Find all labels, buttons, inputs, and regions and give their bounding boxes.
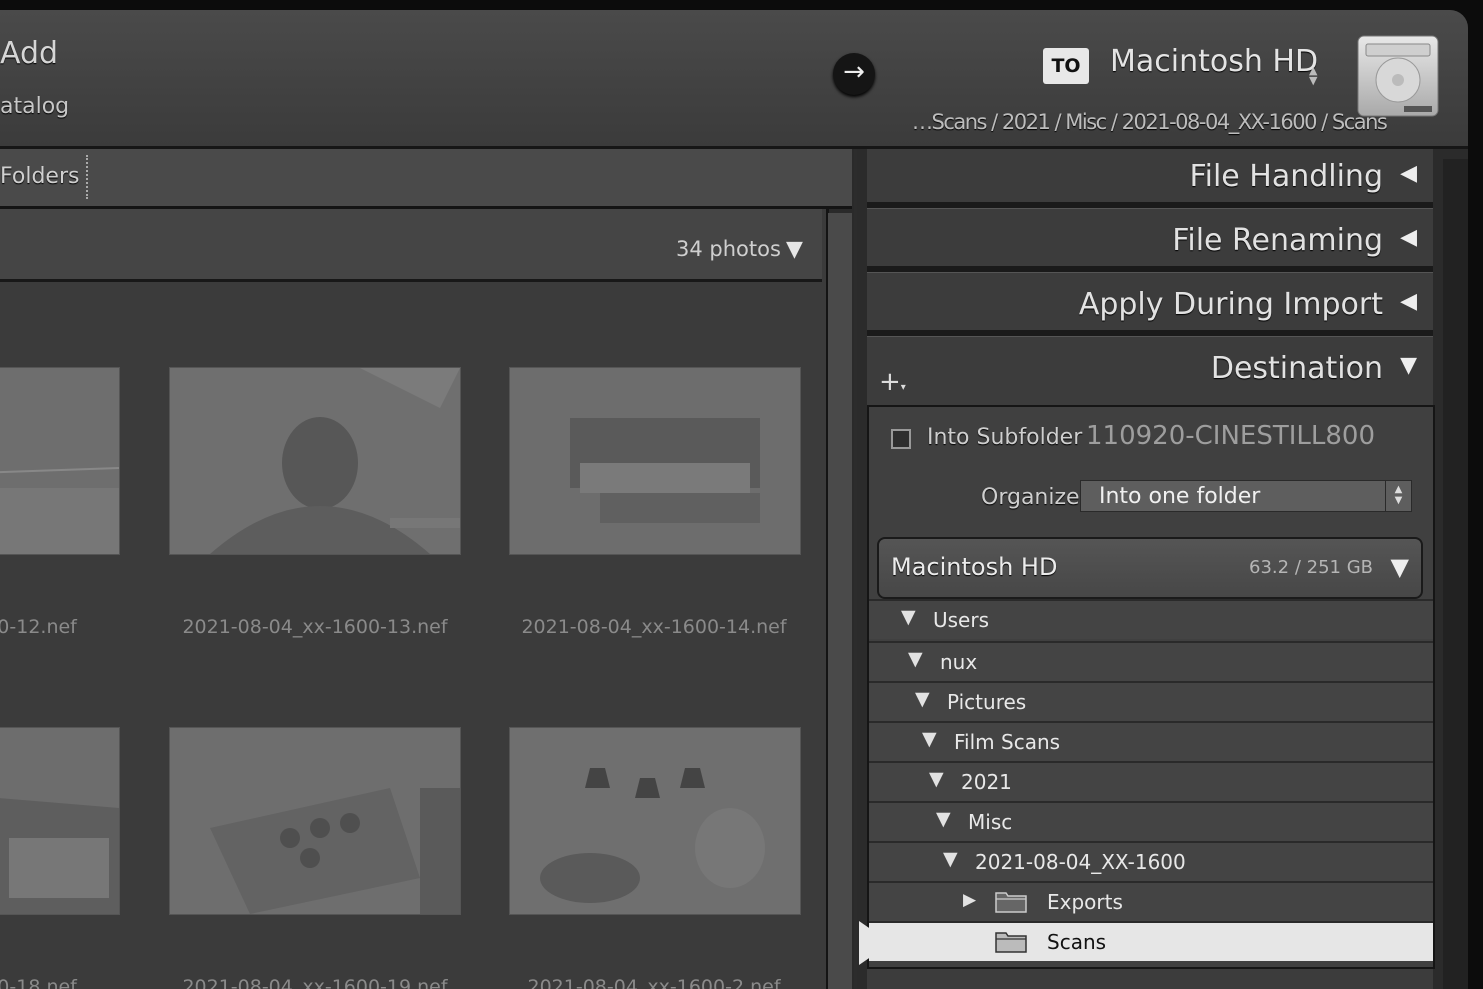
sort-toggle-icon[interactable]: ▼ <box>786 237 803 262</box>
panel-title: File Renaming <box>1172 223 1383 258</box>
subfolder-name-field[interactable]: 110920-CINESTILL800 <box>1086 421 1375 451</box>
select-arrows-icon: ▲ ▼ <box>1385 481 1411 511</box>
photo-grid: 34 photos ▼ 600-12.nef 2021-08-04_xx-160… <box>0 209 829 989</box>
destination-drive-selector[interactable]: Macintosh HD <box>1110 44 1318 79</box>
folder-row-selected[interactable]: Scans <box>859 921 1433 965</box>
organize-select[interactable]: Into one folder ▲ ▼ <box>1080 480 1412 512</box>
import-header: Add atalog → TO Macintosh HD ▲ ▼ …Scans /… <box>0 10 1468 149</box>
source-grid-panel: Folders 34 photos ▼ 600-12.nef 2021-08-0… <box>0 149 854 989</box>
disclosure-right-icon[interactable]: ▶ <box>963 890 976 910</box>
panel-title: Apply During Import <box>1078 287 1383 322</box>
folder-label: nux <box>940 650 978 674</box>
destination-section: Into Subfolder 110920-CINESTILL800 Organ… <box>859 405 1435 969</box>
photo-thumbnail[interactable] <box>0 727 120 915</box>
photo-thumbnail[interactable] <box>509 367 801 555</box>
updown-arrows-icon[interactable]: ▲ ▼ <box>1309 65 1317 86</box>
selection-pointer-icon <box>859 921 891 965</box>
tab-divider <box>86 155 88 199</box>
collapse-left-icon: ◀ <box>1400 225 1417 250</box>
import-mode-subtitle: atalog <box>0 94 70 119</box>
photo-count: 34 photos <box>676 237 781 261</box>
panel-column: File Handling ◀ File Renaming ◀ Apply Du… <box>859 149 1435 989</box>
folder-label: Scans <box>1047 930 1107 954</box>
photo-filename: 2021-08-04_xx-1600-14.nef <box>521 616 787 638</box>
panel-title: File Handling <box>1189 159 1383 194</box>
panel-apply-during-import[interactable]: Apply During Import ◀ <box>867 277 1433 337</box>
photo-filename: 600-18.nef <box>0 976 77 989</box>
import-window: Add atalog → TO Macintosh HD ▲ ▼ …Scans /… <box>0 10 1468 989</box>
panel-scrollbar[interactable] <box>1443 159 1468 989</box>
disclosure-down-icon[interactable]: ▼ <box>943 848 958 870</box>
photo-thumbnail[interactable] <box>0 367 120 555</box>
divider <box>867 266 1433 273</box>
import-mode-add[interactable]: Add <box>0 36 58 71</box>
photo-thumbnail[interactable] <box>169 367 461 555</box>
divider <box>867 330 1433 337</box>
tab-folders[interactable]: Folders <box>0 164 79 189</box>
photo-filename: 2021-08-04_xx-1600-13.nef <box>182 616 448 638</box>
folder-label: 2021-08-04_XX-1600 <box>975 850 1186 874</box>
folder-label: Exports <box>1047 890 1123 914</box>
panel-destination[interactable]: Destination ▼ <box>867 341 1433 399</box>
into-subfolder-label: Into Subfolder <box>927 425 1083 450</box>
divider <box>867 202 1433 209</box>
disclosure-down-icon[interactable]: ▼ <box>908 648 923 670</box>
hard-drive-icon <box>1357 35 1439 117</box>
folder-row[interactable]: ▼ 2021 <box>869 761 1433 801</box>
into-subfolder-checkbox[interactable] <box>891 429 911 449</box>
collapse-left-icon: ◀ <box>1400 289 1417 314</box>
collapse-left-icon: ◀ <box>1400 161 1417 186</box>
panel-file-handling[interactable]: File Handling ◀ <box>867 149 1433 209</box>
folder-label: 2021 <box>961 770 1012 794</box>
volume-size: 63.2 / 251 GB <box>1249 557 1373 578</box>
folder-row[interactable]: ▼ Film Scans <box>869 721 1433 761</box>
folder-row[interactable]: ▼ Misc <box>869 801 1433 841</box>
volume-header[interactable]: Macintosh HD 63.2 / 251 GB ▼ <box>877 537 1423 599</box>
expand-down-icon: ▼ <box>1400 353 1417 378</box>
import-arrow-button[interactable]: → <box>833 53 875 95</box>
disclosure-down-icon[interactable]: ▼ <box>915 688 930 710</box>
folder-row[interactable]: ▼ nux <box>869 641 1433 681</box>
folder-label: Film Scans <box>954 730 1061 754</box>
grid-scrollbar[interactable] <box>828 213 852 989</box>
destination-path: …Scans / 2021 / Misc / 2021-08-04_XX-160… <box>912 110 1388 134</box>
photo-filename: 600-12.nef <box>0 616 77 638</box>
folder-row[interactable]: ▼ Users <box>869 599 1433 639</box>
right-panel: File Handling ◀ File Renaming ◀ Apply Du… <box>857 149 1468 989</box>
folder-icon <box>995 892 1027 913</box>
folder-label: Misc <box>968 810 1013 834</box>
folder-icon <box>995 932 1027 953</box>
folder-row[interactable]: ▼ 2021-08-04_XX-1600 <box>869 841 1433 881</box>
add-folder-icon[interactable]: +▾ <box>879 367 906 397</box>
organize-value: Into one folder <box>1099 484 1261 509</box>
disclosure-down-icon[interactable]: ▼ <box>936 808 951 830</box>
photo-filename: 2021-08-04_xx-1600-2.nef <box>527 976 781 989</box>
disclosure-down-icon[interactable]: ▼ <box>901 606 916 628</box>
volume-name: Macintosh HD <box>891 553 1058 581</box>
folder-row[interactable]: ▼ Pictures <box>869 681 1433 721</box>
panel-title: Destination <box>1210 351 1383 386</box>
disclosure-down-icon[interactable]: ▼ <box>922 728 937 750</box>
photo-thumbnail[interactable] <box>509 727 801 915</box>
organize-label: Organize <box>981 485 1080 510</box>
panel-file-renaming[interactable]: File Renaming ◀ <box>867 213 1433 273</box>
to-badge: TO <box>1043 48 1089 84</box>
photo-thumbnail[interactable] <box>169 727 461 915</box>
grid-header: 34 photos ▼ <box>0 209 822 282</box>
view-tabs: Folders <box>0 149 852 209</box>
folder-row[interactable]: ▶ Exports <box>869 881 1433 921</box>
folder-label: Pictures <box>947 690 1027 714</box>
photo-filename: 2021-08-04_xx-1600-19.nef <box>182 976 448 989</box>
expand-down-icon: ▼ <box>1390 553 1409 581</box>
arrow-right-icon: → <box>843 57 865 87</box>
disclosure-down-icon[interactable]: ▼ <box>929 768 944 790</box>
folder-label: Users <box>933 608 990 632</box>
